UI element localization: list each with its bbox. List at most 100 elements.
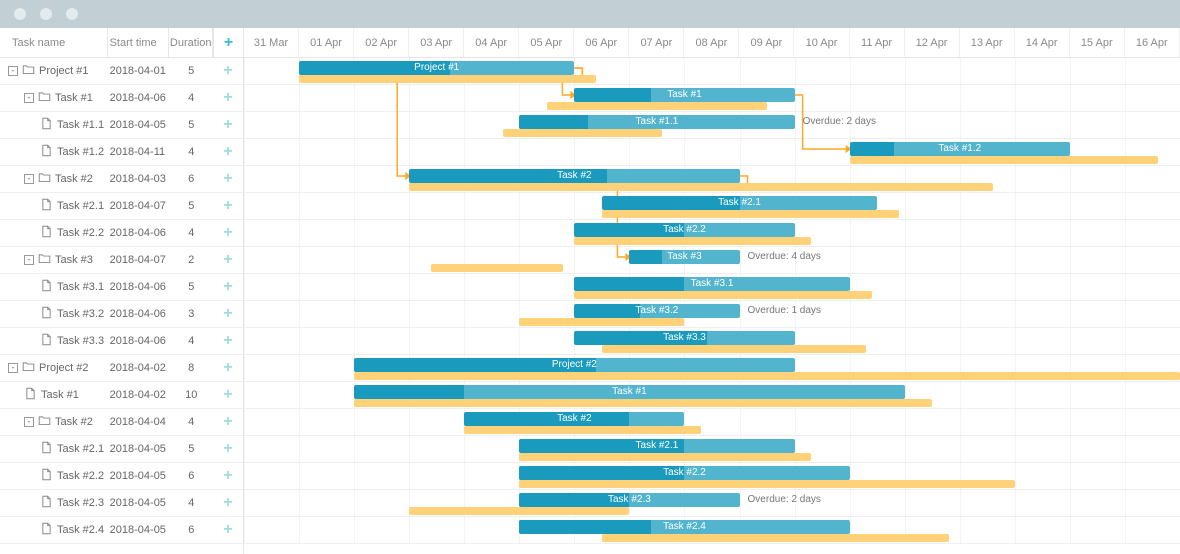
plus-icon: + <box>223 198 232 214</box>
baseline-bar <box>574 237 811 245</box>
task-bar[interactable]: Task #2.1 <box>519 439 794 453</box>
task-bar[interactable]: Task #1 <box>354 385 905 399</box>
add-task-button[interactable]: + <box>213 495 243 511</box>
task-bar[interactable]: Task #2.1 <box>602 196 877 210</box>
add-task-button[interactable]: + <box>213 387 243 403</box>
add-task-button[interactable]: + <box>213 252 243 268</box>
expand-icon[interactable]: - <box>24 417 34 427</box>
add-task-button[interactable]: + <box>213 414 243 430</box>
col-header-name[interactable]: Task name <box>0 28 108 57</box>
expand-icon[interactable]: - <box>8 363 18 373</box>
task-start-cell: 2018-04-04 <box>108 416 170 428</box>
task-row[interactable]: Task #2.22018-04-064+ <box>0 220 243 247</box>
add-task-button[interactable]: + <box>213 171 243 187</box>
task-row[interactable]: -Task #22018-04-044+ <box>0 409 243 436</box>
date-header-cell: 02 Apr <box>354 28 409 57</box>
expand-icon[interactable]: - <box>24 174 34 184</box>
plus-icon: + <box>223 333 232 349</box>
task-name-label: Task #2.3 <box>57 497 104 509</box>
task-start-cell: 2018-04-07 <box>108 200 170 212</box>
window-dot[interactable] <box>40 8 52 20</box>
folder-icon <box>38 171 51 187</box>
add-task-button[interactable]: + <box>213 333 243 349</box>
col-header-start[interactable]: Start time <box>108 28 170 57</box>
task-duration-cell: 5 <box>169 281 213 293</box>
bar-label: Task #2.1 <box>718 197 761 208</box>
col-header-duration[interactable]: Duration <box>169 28 213 57</box>
task-duration-cell: 6 <box>169 524 213 536</box>
add-task-button[interactable]: + <box>213 468 243 484</box>
file-icon <box>40 495 53 511</box>
add-task-button[interactable]: + <box>213 144 243 160</box>
task-duration-cell: 4 <box>169 335 213 347</box>
task-start-cell: 2018-04-02 <box>108 362 170 374</box>
task-bar[interactable]: Task #2.3 <box>519 493 739 507</box>
add-task-button[interactable]: + <box>213 522 243 538</box>
task-row[interactable]: Task #12018-04-0210+ <box>0 382 243 409</box>
task-row[interactable]: Task #1.12018-04-055+ <box>0 112 243 139</box>
task-name-label: Task #2.1 <box>57 200 104 212</box>
add-task-button[interactable]: + <box>213 441 243 457</box>
add-task-button[interactable]: + <box>213 279 243 295</box>
task-row[interactable]: Task #2.32018-04-054+ <box>0 490 243 517</box>
task-row[interactable]: Task #3.32018-04-064+ <box>0 328 243 355</box>
gantt-chart[interactable]: 31 Mar01 Apr02 Apr03 Apr04 Apr05 Apr06 A… <box>244 28 1180 554</box>
task-row[interactable]: Task #2.22018-04-056+ <box>0 463 243 490</box>
task-bar[interactable]: Task #1.1 <box>519 115 794 129</box>
task-row[interactable]: -Project #22018-04-028+ <box>0 355 243 382</box>
expand-icon[interactable]: - <box>24 255 34 265</box>
task-bar[interactable]: Project #1 <box>299 61 574 75</box>
task-row[interactable]: Task #2.12018-04-055+ <box>0 436 243 463</box>
date-header-cell: 15 Apr <box>1070 28 1125 57</box>
add-task-button[interactable]: + <box>213 225 243 241</box>
add-task-button[interactable]: + <box>213 198 243 214</box>
task-duration-cell: 6 <box>169 470 213 482</box>
task-row[interactable]: -Task #12018-04-064+ <box>0 85 243 112</box>
plus-icon: + <box>223 468 232 484</box>
task-name-label: Task #3 <box>55 254 93 266</box>
window-dot[interactable] <box>14 8 26 20</box>
date-header-cell: 16 Apr <box>1125 28 1180 57</box>
expand-icon[interactable]: - <box>24 93 34 103</box>
task-row[interactable]: Task #3.12018-04-065+ <box>0 274 243 301</box>
expand-icon[interactable]: - <box>8 66 18 76</box>
add-task-button[interactable]: + <box>213 90 243 106</box>
task-row[interactable]: -Project #12018-04-015+ <box>0 58 243 85</box>
task-bar[interactable]: Task #2.4 <box>519 520 849 534</box>
task-row[interactable]: Task #2.42018-04-056+ <box>0 517 243 544</box>
date-header-cell: 12 Apr <box>905 28 960 57</box>
task-duration-cell: 2 <box>169 254 213 266</box>
task-row[interactable]: Task #1.22018-04-114+ <box>0 139 243 166</box>
task-row[interactable]: Task #3.22018-04-063+ <box>0 301 243 328</box>
task-row[interactable]: -Task #32018-04-072+ <box>0 247 243 274</box>
add-task-button[interactable]: + <box>213 306 243 322</box>
task-duration-cell: 4 <box>169 416 213 428</box>
plus-icon: + <box>223 171 232 187</box>
task-row[interactable]: Task #2.12018-04-075+ <box>0 193 243 220</box>
file-icon <box>40 522 53 538</box>
bar-label: Project #2 <box>552 359 597 370</box>
baseline-bar <box>850 156 1158 164</box>
task-bar[interactable]: Project #2 <box>354 358 794 372</box>
task-bar[interactable]: Task #1 <box>574 88 794 102</box>
task-bar[interactable]: Task #3.1 <box>574 277 849 291</box>
plus-icon: + <box>223 360 232 376</box>
add-column-button[interactable]: + <box>213 28 243 57</box>
task-bar[interactable]: Task #3.2 <box>574 304 739 318</box>
window-dot[interactable] <box>66 8 78 20</box>
add-task-button[interactable]: + <box>213 63 243 79</box>
file-icon <box>40 144 53 160</box>
task-bar[interactable]: Task #3.3 <box>574 331 794 345</box>
task-bar[interactable]: Task #2 <box>409 169 739 183</box>
task-bar[interactable]: Task #3 <box>629 250 739 264</box>
add-task-button[interactable]: + <box>213 117 243 133</box>
task-bar[interactable]: Task #2 <box>464 412 684 426</box>
task-row[interactable]: -Task #22018-04-036+ <box>0 166 243 193</box>
add-task-button[interactable]: + <box>213 360 243 376</box>
task-start-cell: 2018-04-06 <box>108 227 170 239</box>
date-header-cell: 31 Mar <box>244 28 299 57</box>
task-bar[interactable]: Task #2.2 <box>574 223 794 237</box>
task-bar[interactable]: Task #2.2 <box>519 466 849 480</box>
baseline-bar <box>547 102 767 110</box>
task-bar[interactable]: Task #1.2 <box>850 142 1070 156</box>
